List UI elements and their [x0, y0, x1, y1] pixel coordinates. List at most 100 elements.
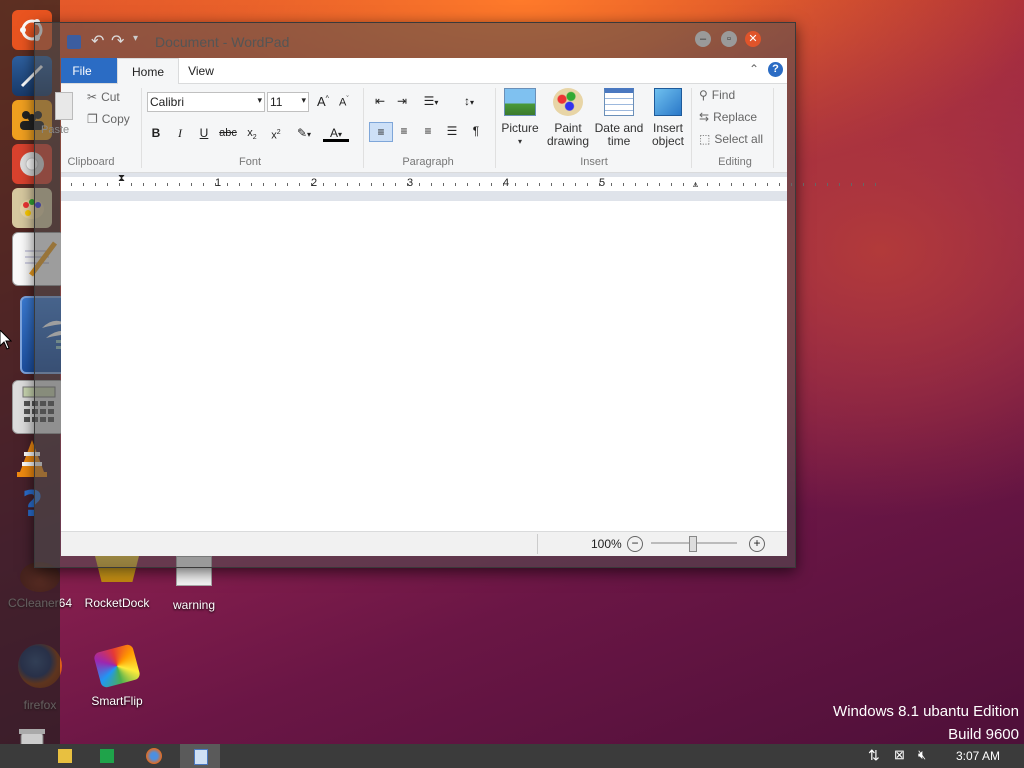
zoom-level: 100%	[591, 537, 622, 551]
group-separator	[141, 88, 142, 168]
grow-font-icon[interactable]: A^	[317, 94, 329, 109]
ruler-tick	[491, 183, 492, 186]
insert-picture-button[interactable]: Picture ▾	[497, 88, 543, 148]
align-center-icon[interactable]: ≡	[395, 122, 413, 140]
tab-file[interactable]: File	[61, 58, 117, 83]
insert-object-button[interactable]: Insert object	[645, 88, 691, 148]
ruler-tick	[203, 183, 204, 186]
undo-icon[interactable]: ↶	[91, 31, 104, 51]
ruler-tick	[131, 183, 132, 186]
clock[interactable]: 3:07 AM	[956, 749, 1000, 763]
ruler[interactable]: 1 2 3 4 5 ⧗ ▵	[61, 173, 876, 201]
align-left-icon[interactable]: ≡	[369, 122, 393, 142]
ruler-tick	[359, 183, 360, 186]
wordpad-window: ↶ ↷ ▾ Document - WordPad – ▫ ✕ File Home…	[34, 22, 876, 568]
help-icon[interactable]: ?	[768, 62, 783, 77]
font-family-value: Calibri	[150, 95, 185, 109]
highlight-icon[interactable]: ✎▾	[291, 124, 317, 142]
taskbar-wordpad-active[interactable]	[180, 744, 220, 768]
replace-icon: ⇆	[699, 110, 710, 124]
calendar-clock-icon	[604, 88, 634, 116]
bold-icon[interactable]: B	[147, 124, 165, 142]
desktop-icon-label: SmartFlip	[91, 694, 143, 708]
ruler-tick	[107, 183, 108, 186]
taskbar: ⇅ ⊠ 🔇︎ 3:07 AM	[0, 744, 1024, 768]
network-arrows-icon[interactable]: ⇅	[868, 747, 880, 764]
ribbon-tabs: File Home View ⌃ ?	[61, 58, 787, 84]
superscript-icon[interactable]: x2	[267, 124, 285, 142]
zoom-slider-thumb[interactable]	[689, 536, 697, 552]
volume-muted-icon[interactable]: 🔇︎	[918, 747, 926, 763]
ruler-tick	[623, 183, 624, 186]
date-label-line2: time	[607, 134, 631, 148]
maximize-button[interactable]: ▫	[721, 31, 737, 47]
ruler-number: 4	[503, 177, 510, 189]
desktop-icon-label: RocketDock	[84, 596, 150, 610]
redo-icon[interactable]: ↷	[111, 31, 124, 51]
align-right-icon[interactable]: ≡	[419, 122, 437, 140]
ruler-tick	[71, 183, 72, 186]
ruler-tick	[251, 183, 252, 186]
shrink-font-icon[interactable]: Aˇ	[339, 96, 349, 109]
justify-icon[interactable]: ☰	[443, 122, 461, 140]
increase-indent-icon[interactable]: ⇥	[393, 92, 411, 110]
window-title: Document - WordPad	[155, 34, 290, 50]
document-editor[interactable]	[61, 201, 787, 530]
cut-button[interactable]: ✂ Cut	[87, 90, 120, 104]
ruler-tick	[143, 183, 144, 186]
window-titlebar[interactable]: ↶ ↷ ▾ Document - WordPad – ▫ ✕	[35, 23, 795, 57]
zoom-out-icon[interactable]: −	[627, 536, 643, 552]
left-indent-marker-icon[interactable]: ⧗	[118, 173, 125, 184]
paint-drawing-button[interactable]: Paint drawing	[543, 88, 593, 148]
ruler-tick	[815, 183, 816, 186]
bullet-list-icon[interactable]: ☰▾	[417, 92, 445, 110]
copy-button[interactable]: ❐ Copy	[87, 112, 130, 126]
store-icon[interactable]	[100, 749, 114, 763]
paste-button[interactable]: Paste	[41, 88, 77, 144]
underline-icon[interactable]: U	[195, 124, 213, 142]
scissors-icon: ✂	[87, 90, 98, 104]
select-all-button[interactable]: ⬚ Select all	[699, 132, 763, 146]
font-family-select[interactable]: Calibri ▾	[147, 92, 265, 112]
ruler-number: 1	[215, 177, 222, 189]
replace-button[interactable]: ⇆ Replace	[699, 110, 757, 124]
desktop-icon-smartflip[interactable]: SmartFlip	[77, 643, 157, 708]
ruler-number: 2	[311, 177, 318, 189]
decrease-indent-icon[interactable]: ⇤	[371, 92, 389, 110]
font-size-select[interactable]: 11 ▾	[267, 92, 309, 112]
close-button[interactable]: ✕	[745, 31, 761, 47]
find-label: Find	[711, 88, 736, 102]
file-explorer-icon[interactable]	[58, 749, 72, 763]
ribbon-collapse-icon[interactable]: ⌃	[749, 62, 759, 76]
ruler-tick	[155, 183, 156, 186]
save-icon[interactable]	[67, 35, 81, 49]
right-indent-marker-icon[interactable]: ▵	[693, 179, 698, 190]
ruler-tick	[611, 183, 612, 186]
tab-view[interactable]: View	[177, 58, 225, 83]
network-error-icon[interactable]: ⊠	[894, 747, 905, 763]
binoculars-icon: ⚲	[699, 88, 708, 102]
group-separator	[691, 88, 692, 168]
ruler-tick	[347, 183, 348, 186]
ruler-tick	[875, 183, 876, 186]
paragraph-settings-icon[interactable]: ¶	[467, 122, 485, 140]
date-time-button[interactable]: Date and time	[591, 88, 647, 148]
strikethrough-icon[interactable]: abc	[219, 124, 237, 142]
ruler-tick	[539, 183, 540, 186]
chevron-down-icon: ▾	[257, 95, 262, 105]
subscript-icon[interactable]: x2	[243, 124, 261, 142]
font-color-icon[interactable]: A▾	[323, 124, 349, 142]
ruler-strip	[61, 177, 876, 191]
ruler-tick	[575, 183, 576, 186]
ruler-tick	[479, 183, 480, 186]
find-button[interactable]: ⚲ Find	[699, 88, 735, 102]
tab-home[interactable]: Home	[117, 58, 179, 84]
minimize-button[interactable]: –	[695, 31, 711, 47]
line-spacing-icon[interactable]: ↕▾	[455, 92, 483, 110]
ruler-tick	[419, 183, 420, 186]
firefox-icon[interactable]	[146, 748, 162, 764]
italic-icon[interactable]: I	[171, 124, 189, 142]
zoom-slider[interactable]	[651, 536, 737, 552]
zoom-in-icon[interactable]: +	[749, 536, 765, 552]
quick-access-dropdown-icon[interactable]: ▾	[133, 33, 138, 44]
